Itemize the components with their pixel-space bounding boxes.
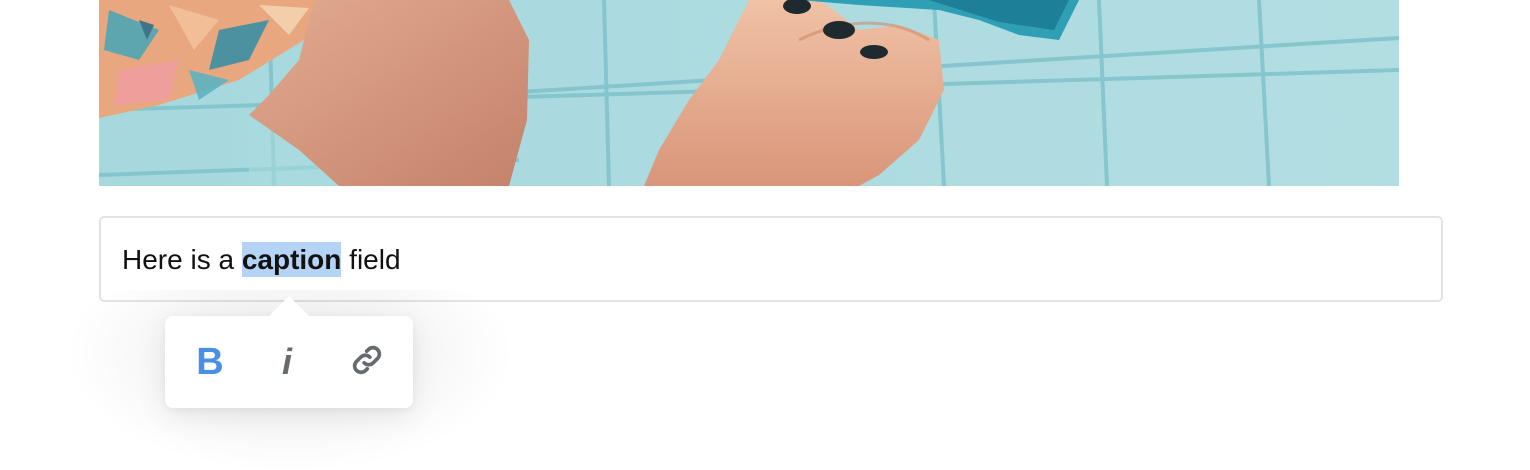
pool-photo — [99, 0, 1399, 186]
editor-page: Here is a caption field B i — [0, 0, 1530, 470]
bold-button[interactable]: B — [184, 336, 236, 388]
italic-icon: i — [281, 341, 292, 382]
caption-text[interactable]: Here is a caption field — [122, 240, 401, 280]
popover-arrow — [269, 296, 309, 316]
bold-icon: B — [196, 341, 224, 383]
formatting-toolbar: B i — [165, 296, 413, 408]
link-button[interactable] — [341, 336, 393, 388]
link-icon — [350, 343, 384, 382]
italic-button[interactable]: i — [261, 336, 313, 388]
caption-text-before: Here is a — [122, 244, 242, 275]
caption-text-after: field — [341, 244, 401, 275]
caption-selected-text[interactable]: caption — [241, 242, 342, 277]
